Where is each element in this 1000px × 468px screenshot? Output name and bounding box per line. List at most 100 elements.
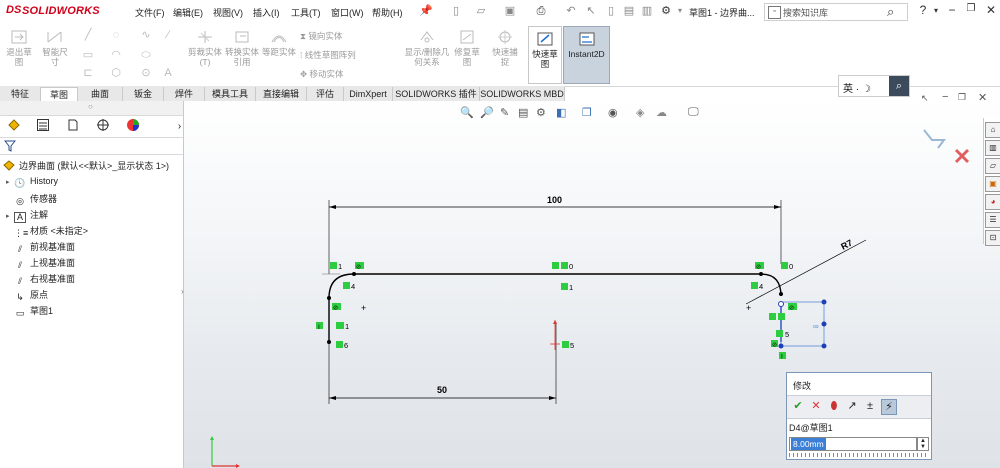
dim-50-text[interactable]: 50	[437, 385, 447, 395]
quick-snaps-button[interactable]: 快速捕捉	[490, 28, 520, 67]
options-icon[interactable]: ▥	[641, 5, 653, 17]
display-delete-relations-button[interactable]: 显示/删除几何关系	[404, 28, 450, 67]
trim-entities-button[interactable]: 剪裁实体(T)	[188, 28, 222, 67]
dimension-r7[interactable]: R7	[745, 238, 867, 305]
tree-item-right-plane[interactable]: ⫽ 右视基准面	[6, 272, 75, 287]
rectangle-icon[interactable]: ▭	[80, 48, 96, 62]
cancel-x-icon[interactable]: ✕	[809, 399, 823, 413]
menu-view[interactable]: 视图(V)	[213, 6, 243, 19]
offset-entities-button[interactable]: 等距实体	[262, 28, 296, 57]
new-doc-icon[interactable]: ▯	[450, 5, 462, 17]
tab-solidworks-mbd[interactable]: SOLIDWORKS MBD	[480, 87, 565, 101]
ok-check-icon[interactable]: ✔	[791, 399, 805, 413]
minimize-icon[interactable]: −	[944, 3, 960, 17]
search-input[interactable]: 搜索知识库	[783, 6, 828, 19]
restore-icon[interactable]: ❐	[963, 3, 979, 14]
tree-item-top-plane[interactable]: ⫽ 上视基准面	[6, 256, 75, 271]
open-icon[interactable]: ▱	[475, 5, 487, 17]
tree-item-material[interactable]: ⋮≡ 材质 <未指定>	[6, 224, 88, 239]
file-properties-icon[interactable]: ▤	[623, 5, 635, 17]
svg-text:⊘: ⊘	[789, 306, 794, 312]
mark-dimension-drive-icon[interactable]: ⚡	[881, 399, 897, 415]
tab-sketch[interactable]: 草图	[41, 87, 78, 102]
thumbwheel-slider[interactable]	[789, 453, 929, 457]
polygon-icon[interactable]: ⬡	[108, 66, 124, 80]
tab-features[interactable]: 特征	[0, 87, 41, 101]
close-icon[interactable]: ✕	[983, 3, 999, 17]
feature-manager-tab-icon[interactable]	[2, 118, 25, 135]
search-icon[interactable]: ⌕	[889, 76, 909, 96]
tab-mold-tools[interactable]: 模具工具	[205, 87, 256, 101]
relation-badges[interactable]: 1 ⊘ 0 ⊘ 0 1 4 4 ⊘ ⊘ I 1 5 5 6 ⊘ I	[316, 262, 797, 361]
tree-item-origin[interactable]: ↳ 原点	[6, 288, 48, 303]
spline-icon[interactable]: ∿	[138, 28, 154, 42]
smart-dimension-button[interactable]: 智能尺寸	[40, 28, 70, 67]
point-icon[interactable]: ⊙	[138, 66, 154, 80]
gear-icon[interactable]: ⚙	[660, 5, 672, 17]
menu-edit[interactable]: 编辑(E)	[173, 6, 203, 19]
rebuild-traffic-light-icon[interactable]: ⬮	[827, 399, 841, 413]
menu-file[interactable]: 文件(F)	[135, 6, 165, 19]
rapid-sketch-button[interactable]: 快速草图	[528, 26, 562, 84]
solidworks-logo[interactable]: DS SOLIDWORKS	[0, 0, 127, 24]
property-manager-tab-icon[interactable]	[31, 118, 54, 135]
smart-line-icon[interactable]: ∕	[160, 28, 176, 42]
dim-100-text[interactable]: 100	[547, 195, 562, 205]
print-icon[interactable]: ⎙	[535, 5, 547, 17]
search-box[interactable]: ▫ 搜索知识库 ⌕	[764, 3, 908, 21]
save-icon[interactable]: ▣	[504, 5, 516, 17]
menu-tools[interactable]: 工具(T)	[291, 6, 321, 19]
expand-arrow-icon[interactable]: ▸	[6, 212, 14, 220]
tree-item-history[interactable]: ▸ 🕓 History	[6, 176, 58, 189]
circle-icon[interactable]: ◌	[108, 28, 124, 42]
tree-item-annotations[interactable]: ▸ A 注解	[6, 208, 48, 223]
tab-weldments[interactable]: 焊件	[164, 87, 205, 101]
dim-r7-text[interactable]: R7	[839, 238, 854, 252]
tab-solidworks-addins[interactable]: SOLIDWORKS 插件	[393, 87, 480, 101]
filter-bar[interactable]	[0, 137, 183, 155]
menu-insert[interactable]: 插入(I)	[253, 6, 280, 19]
convert-entities-button[interactable]: 转换实体引用	[225, 28, 259, 67]
tree-item-sketch1[interactable]: ▭ 草图1	[6, 304, 53, 319]
slot-icon[interactable]: ⊏	[80, 66, 96, 80]
tab-sheet-metal[interactable]: 钣金	[123, 87, 164, 101]
search-icon[interactable]: ⌕	[887, 4, 894, 20]
reverse-dimension-icon[interactable]: ±	[863, 399, 877, 413]
tab-surfaces[interactable]: 曲面	[78, 87, 123, 101]
rebuild-icon[interactable]: ▯	[605, 5, 617, 17]
mirror-entities-button[interactable]: ⧗ 镜向实体	[300, 30, 342, 42]
expand-arrow-icon[interactable]: ▸	[6, 178, 14, 186]
construction-rect[interactable]: ∞	[778, 299, 827, 349]
undo-icon[interactable]: ↶	[565, 5, 577, 17]
reset-spin-increment-icon[interactable]: ↗	[845, 399, 859, 413]
panel-splitter[interactable]: ○	[0, 101, 183, 116]
chevron-down-icon[interactable]: ▾	[674, 5, 686, 17]
linear-pattern-button[interactable]: ⁞ 线性草图阵列	[300, 49, 356, 61]
exit-sketch-button[interactable]: 退出草图	[4, 28, 34, 67]
text-icon[interactable]: A	[160, 66, 176, 80]
help-dropdown-icon[interactable]: ▾	[928, 6, 944, 15]
dimxpert-manager-tab-icon[interactable]	[91, 118, 114, 135]
value-spinner[interactable]: ▲ ▼	[917, 437, 929, 451]
arc-icon[interactable]: ◠	[108, 48, 124, 62]
display-manager-tab-icon[interactable]	[121, 118, 144, 135]
dimension-50[interactable]: 50	[328, 322, 557, 404]
tab-evaluate[interactable]: 评估	[307, 87, 344, 101]
tab-direct-editing[interactable]: 直接编辑	[256, 87, 307, 101]
tree-item-front-plane[interactable]: ⫽ 前视基准面	[6, 240, 75, 255]
move-entities-button[interactable]: ✥ 移动实体	[300, 68, 344, 80]
menu-window[interactable]: 窗口(W)	[331, 6, 364, 19]
tree-root[interactable]: 边界曲面 (默认<<默认>_显示状态 1>)	[3, 159, 169, 172]
configuration-manager-tab-icon[interactable]	[61, 118, 84, 135]
line-icon[interactable]: ╱	[80, 28, 96, 42]
ellipse-icon[interactable]: ⬭	[138, 48, 154, 62]
repair-sketch-button[interactable]: 修复草图	[452, 28, 482, 67]
dimension-value-input[interactable]: 8.00mm	[789, 437, 917, 451]
splitter-handle-icon[interactable]: ○	[88, 102, 93, 111]
select-icon[interactable]: ↖	[585, 5, 597, 17]
pin-icon[interactable]: 📌	[419, 5, 433, 17]
menu-help[interactable]: 帮助(H)	[372, 6, 403, 19]
tab-dimxpert[interactable]: DimXpert	[344, 87, 393, 101]
tree-item-sensors[interactable]: ◎ 传感器	[6, 192, 57, 207]
instant2d-button[interactable]: Instant2D	[563, 26, 610, 84]
